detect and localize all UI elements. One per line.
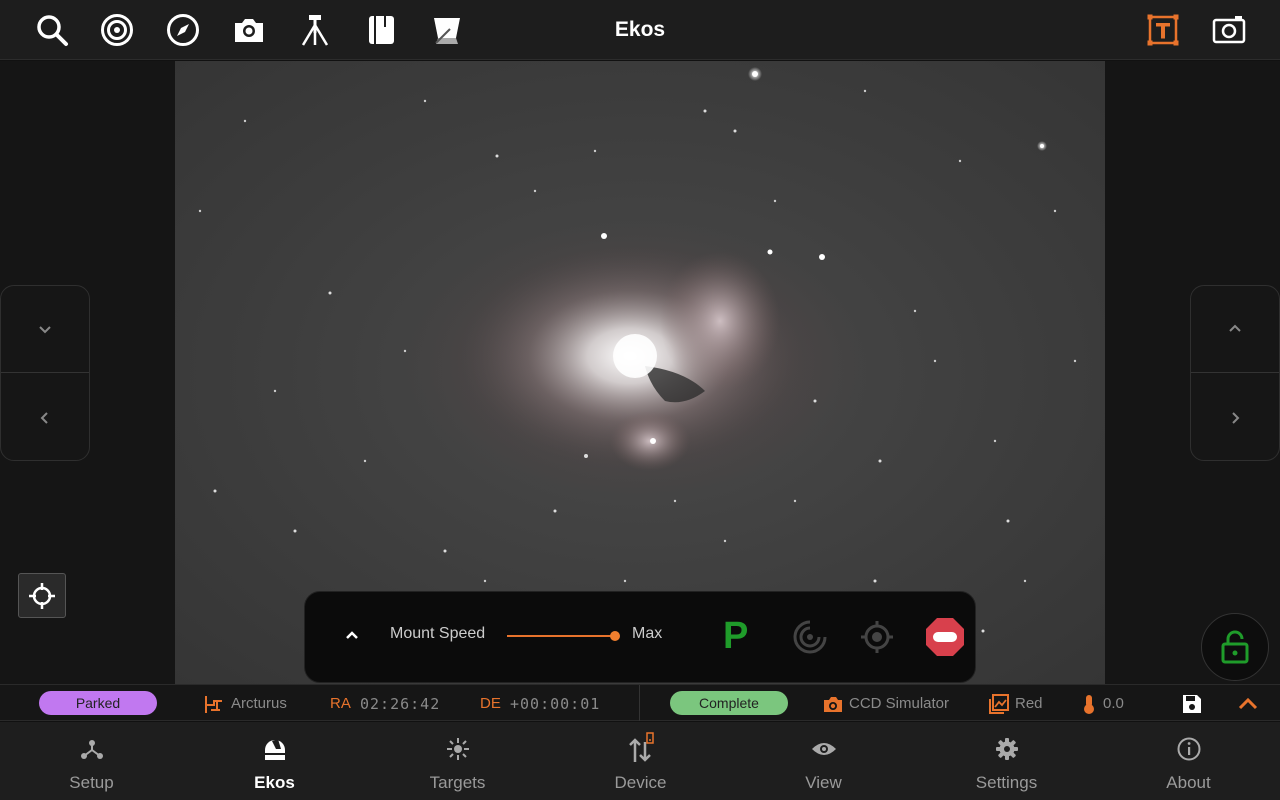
- nav-label: Settings: [975, 773, 1038, 792]
- chevron-up-icon: [346, 631, 358, 639]
- nav-label: View: [805, 773, 842, 792]
- mount-speed-value: Max: [632, 625, 663, 642]
- temperature-value: 0.0: [1103, 695, 1124, 712]
- expand-panel-button[interactable]: [341, 624, 363, 646]
- sync-radar-button[interactable]: [790, 617, 830, 657]
- camera-icon: [824, 697, 842, 712]
- search-icon[interactable]: [32, 10, 72, 50]
- move-up-button[interactable]: [1191, 286, 1279, 373]
- nav-label: Device: [614, 773, 667, 792]
- park-button[interactable]: P: [723, 614, 757, 658]
- save-icon[interactable]: [1181, 693, 1203, 715]
- filter-icon: [989, 694, 1009, 714]
- tripod-icon[interactable]: [295, 10, 335, 50]
- main-view: Mount Speed Max P: [0, 61, 1280, 684]
- thermometer-icon: [1084, 695, 1094, 714]
- nav-settings[interactable]: Settings: [915, 722, 1098, 800]
- nav-device[interactable]: Device: [549, 722, 732, 800]
- text-overlay-icon[interactable]: [1143, 10, 1183, 50]
- mount-icon: [205, 696, 222, 713]
- de-label: DE: [480, 695, 501, 712]
- camera-icon[interactable]: [229, 10, 269, 50]
- target-icon[interactable]: [97, 10, 137, 50]
- crosshair-icon: [29, 582, 55, 609]
- mount-control-panel: Mount Speed Max P: [304, 591, 976, 683]
- nav-label: Setup: [69, 773, 114, 792]
- center-crosshair-button[interactable]: [18, 573, 66, 618]
- ekos-dome-icon: [265, 739, 285, 760]
- chevron-left-icon: [40, 411, 48, 424]
- move-right-button[interactable]: [1191, 374, 1279, 461]
- slider-thumb[interactable]: [610, 631, 620, 641]
- nav-label: About: [1166, 773, 1211, 792]
- bottom-navigation: Setup Ekos Targets Device View Settings …: [0, 722, 1280, 800]
- device-icon: [629, 732, 654, 762]
- right-motion-pad: [1190, 285, 1280, 461]
- nav-ekos[interactable]: Ekos: [183, 722, 366, 800]
- mount-status-badge: Parked: [39, 691, 157, 715]
- nav-targets[interactable]: Targets: [366, 722, 549, 800]
- lock-button[interactable]: [1201, 613, 1269, 681]
- camera-name: CCD Simulator: [849, 695, 950, 712]
- move-down-button[interactable]: [1, 286, 89, 373]
- target-name: Arcturus: [231, 695, 287, 712]
- notebook-icon[interactable]: [361, 10, 401, 50]
- gps-target-icon: [861, 621, 893, 653]
- nav-view[interactable]: View: [732, 722, 915, 800]
- nav-label: Ekos: [254, 773, 295, 792]
- app-title: Ekos: [614, 18, 666, 41]
- settings-icon: [996, 738, 1018, 760]
- slider-track: [507, 635, 615, 637]
- filter-name: Red: [1015, 695, 1043, 712]
- ra-label: RA: [330, 695, 351, 712]
- goto-target-button[interactable]: [857, 617, 897, 657]
- radar-icon: [793, 620, 827, 654]
- top-toolbar: Ekos: [0, 0, 1280, 60]
- nav-label: Targets: [429, 773, 486, 792]
- left-motion-pad: [0, 285, 90, 461]
- about-icon: [1177, 737, 1201, 761]
- ra-value: 02:26:42: [360, 695, 441, 713]
- stop-icon: [926, 618, 964, 656]
- flat-field-icon[interactable]: [427, 10, 467, 50]
- move-left-button[interactable]: [1, 374, 89, 461]
- chevron-up-icon[interactable]: [1237, 693, 1259, 715]
- mount-speed-label: Mount Speed: [390, 625, 486, 642]
- targets-icon: [447, 738, 469, 760]
- setup-icon: [81, 740, 103, 759]
- compass-icon[interactable]: [163, 10, 203, 50]
- capture-status-badge: Complete: [670, 691, 788, 715]
- status-divider: [639, 685, 640, 721]
- mount-speed-slider[interactable]: [507, 626, 625, 646]
- chevron-right-icon: [1232, 411, 1240, 424]
- view-icon: [812, 743, 836, 755]
- status-bar: Parked Arcturus RA 02:26:42 DE +00:00:01…: [0, 684, 1280, 721]
- nav-setup[interactable]: Setup: [0, 722, 183, 800]
- unlock-icon: [1221, 630, 1249, 664]
- de-value: +00:00:01: [510, 695, 601, 713]
- screenshot-icon[interactable]: [1209, 10, 1249, 50]
- stop-button[interactable]: [925, 617, 965, 657]
- chevron-up-icon: [1229, 324, 1241, 332]
- chevron-down-icon: [39, 326, 51, 334]
- nav-about[interactable]: About: [1097, 722, 1280, 800]
